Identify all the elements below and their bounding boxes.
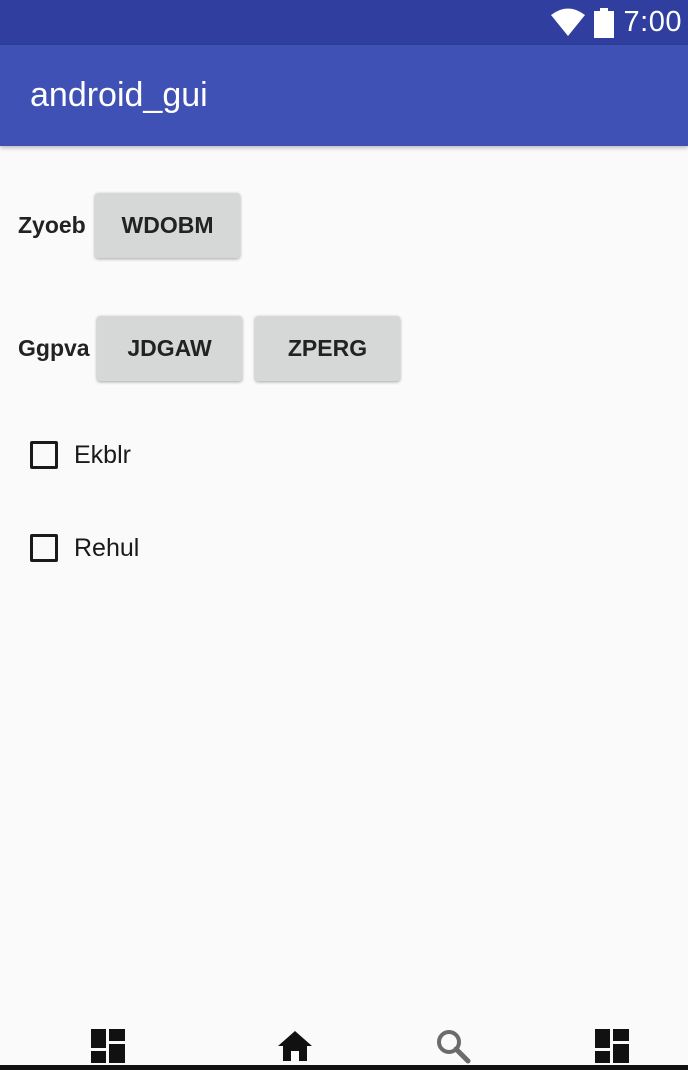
nav-item-dashboard-2[interactable] xyxy=(592,1026,632,1066)
checkbox-box[interactable] xyxy=(30,534,58,562)
status-icons: 7:00 xyxy=(550,0,682,45)
app-title: android_gui xyxy=(30,76,208,114)
status-time: 7:00 xyxy=(623,6,682,38)
home-icon xyxy=(278,1031,312,1061)
checkbox-box[interactable] xyxy=(30,441,58,469)
bottom-divider xyxy=(0,1065,688,1070)
status-bar: 7:00 xyxy=(0,0,688,45)
checkbox-label: Rehul xyxy=(74,533,140,562)
nav-item-search[interactable] xyxy=(433,1026,473,1066)
zperg-button[interactable]: ZPERG xyxy=(255,316,400,381)
screen: 7:00 android_gui Zyoeb WDOBM Ggpva JDGAW… xyxy=(0,0,688,1070)
dashboard-icon xyxy=(91,1029,125,1063)
checkbox-rehul[interactable]: Rehul xyxy=(30,531,139,565)
wdobm-button[interactable]: WDOBM xyxy=(95,193,240,258)
search-icon xyxy=(437,1030,471,1064)
row-label-ggpva: Ggpva xyxy=(18,335,90,361)
nav-item-dashboard[interactable] xyxy=(88,1026,128,1066)
nav-item-home[interactable] xyxy=(275,1026,315,1066)
row-label-zyoeb: Zyoeb xyxy=(18,212,86,238)
bottom-nav xyxy=(0,1010,688,1070)
app-bar: android_gui xyxy=(0,45,688,146)
wifi-icon xyxy=(550,8,585,36)
battery-icon xyxy=(593,7,614,38)
checkbox-label: Ekblr xyxy=(74,440,131,469)
jdgaw-button[interactable]: JDGAW xyxy=(97,316,242,381)
checkbox-ekblr[interactable]: Ekblr xyxy=(30,438,131,472)
dashboard-icon xyxy=(595,1029,629,1063)
